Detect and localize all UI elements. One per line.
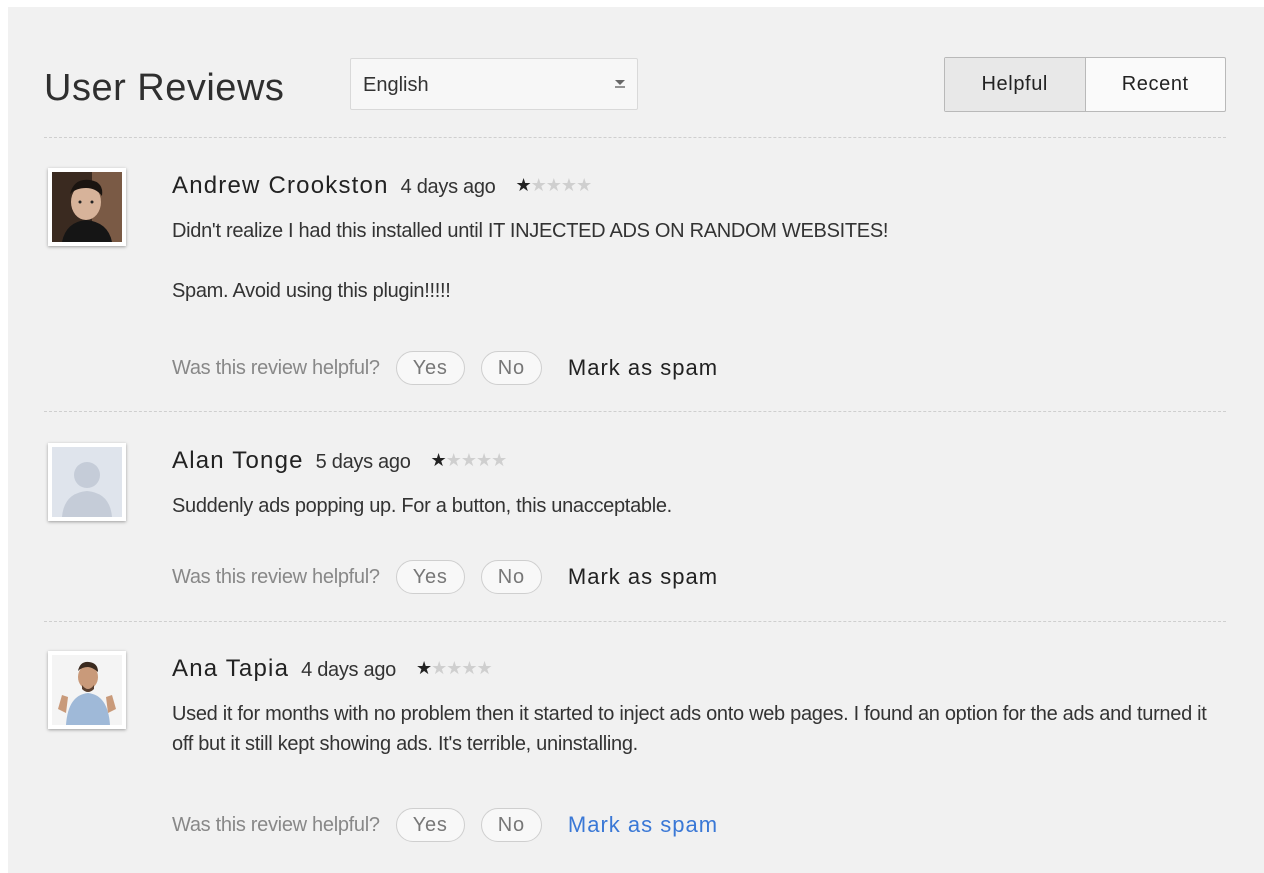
star-empty-icon: ★ xyxy=(445,450,462,470)
review-date: 5 days ago xyxy=(315,451,411,473)
star-empty-icon: ★ xyxy=(491,450,507,470)
star-empty-icon: ★ xyxy=(460,450,477,470)
user-photo-icon xyxy=(52,172,122,242)
review-date: 4 days ago xyxy=(301,659,396,681)
mark-spam-link[interactable]: Mark as spam xyxy=(568,812,718,838)
review-author[interactable]: Andrew Crookston xyxy=(172,172,389,200)
star-empty-icon: ★ xyxy=(431,658,447,678)
review-author[interactable]: Alan Tonge xyxy=(172,447,304,475)
helpful-yes-button[interactable]: Yes xyxy=(395,808,465,842)
review-paragraph: Didn't realize I had this installed unti… xyxy=(172,220,889,242)
helpful-question: Was this review helpful? xyxy=(172,813,380,836)
avatar[interactable] xyxy=(48,651,126,729)
divider xyxy=(44,137,1226,138)
divider xyxy=(44,621,1226,622)
helpful-no-button[interactable]: No xyxy=(480,808,542,842)
language-select-value: English xyxy=(363,74,429,96)
review-body: Alan Tonge 5 days ago ★★★★★ Suddenly ads… xyxy=(172,443,1222,521)
review-date: 4 days ago xyxy=(400,176,496,198)
sort-toggle: Helpful Recent xyxy=(944,57,1226,112)
sort-recent-button[interactable]: Recent xyxy=(1086,58,1226,111)
review-text: Used it for months with no problem then … xyxy=(172,699,1222,759)
helpful-yes-button[interactable]: Yes xyxy=(395,351,465,385)
star-empty-icon: ★ xyxy=(461,658,477,678)
star-empty-icon: ★ xyxy=(530,175,547,195)
avatar[interactable] xyxy=(48,443,126,521)
star-filled-icon: ★ xyxy=(515,175,532,195)
review-body: Ana Tapia 4 days ago ★★★★★ Used it for m… xyxy=(172,651,1222,759)
page-title: User Reviews xyxy=(44,67,285,109)
helpful-no-button[interactable]: No xyxy=(480,351,542,385)
mark-spam-link[interactable]: Mark as spam xyxy=(568,564,718,590)
review-paragraph: Suddenly ads popping up. For a button, t… xyxy=(172,495,672,517)
rating-stars: ★★★★★ xyxy=(515,175,593,196)
helpful-no-button[interactable]: No xyxy=(480,560,542,594)
star-empty-icon: ★ xyxy=(475,450,492,470)
review-author[interactable]: Ana Tapia xyxy=(172,655,289,683)
user-photo-icon xyxy=(52,655,122,725)
star-filled-icon: ★ xyxy=(415,658,432,678)
default-user-icon xyxy=(52,447,122,517)
reviews-panel: User Reviews English Helpful Recent Andr… xyxy=(8,7,1264,873)
review-text: Didn't realize I had this installed unti… xyxy=(172,216,1222,306)
star-filled-icon: ★ xyxy=(430,450,447,470)
reviews-header: User Reviews English Helpful Recent xyxy=(44,57,1226,113)
star-empty-icon: ★ xyxy=(576,175,592,195)
helpful-feedback: Was this review helpful? Yes No Mark as … xyxy=(172,806,718,844)
review-text: Suddenly ads popping up. For a button, t… xyxy=(172,491,1222,521)
star-empty-icon: ★ xyxy=(560,175,577,195)
star-empty-icon: ★ xyxy=(545,175,562,195)
star-empty-icon: ★ xyxy=(446,658,462,678)
rating-stars: ★★★★★ xyxy=(415,658,493,679)
review-body: Andrew Crookston 4 days ago ★★★★★ Didn't… xyxy=(172,168,1222,306)
rating-stars: ★★★★★ xyxy=(430,450,508,471)
review-item: Ana Tapia 4 days ago ★★★★★ Used it for m… xyxy=(44,651,1226,861)
mark-spam-link[interactable]: Mark as spam xyxy=(568,355,718,381)
review-paragraph: Used it for months with no problem then … xyxy=(172,703,1207,755)
divider xyxy=(44,411,1226,412)
helpful-question: Was this review helpful? xyxy=(172,356,380,379)
sort-helpful-button[interactable]: Helpful xyxy=(945,58,1086,111)
review-paragraph: Spam. Avoid using this plugin!!!!! xyxy=(172,280,451,302)
review-item: Andrew Crookston 4 days ago ★★★★★ Didn't… xyxy=(44,168,1226,398)
helpful-question: Was this review helpful? xyxy=(172,565,380,588)
language-select[interactable]: English xyxy=(350,58,638,110)
star-empty-icon: ★ xyxy=(476,658,493,678)
helpful-yes-button[interactable]: Yes xyxy=(395,560,465,594)
dropdown-arrow-icon xyxy=(613,76,627,90)
review-item: Alan Tonge 5 days ago ★★★★★ Suddenly ads… xyxy=(44,443,1226,613)
avatar[interactable] xyxy=(48,168,126,246)
helpful-feedback: Was this review helpful? Yes No Mark as … xyxy=(172,349,718,387)
helpful-feedback: Was this review helpful? Yes No Mark as … xyxy=(172,558,718,596)
